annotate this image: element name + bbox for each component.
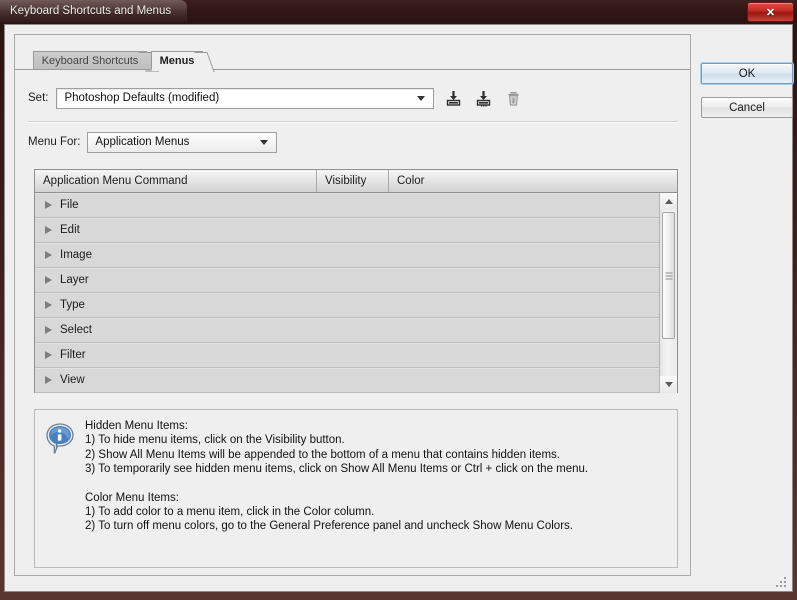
info-color-line: 1) To add color to a menu item, click in… [85,505,375,518]
table-row-label: File [60,199,79,211]
chevron-down-icon [260,140,269,145]
tab-active-cover [152,69,210,71]
table-row[interactable]: File [35,193,659,218]
cancel-button-label: Cancel [729,101,765,114]
set-label: Set: [28,92,49,104]
window-titlebar: Keyboard Shortcuts and Menus ✕ [0,0,797,22]
info-color-heading: Color Menu Items: [85,491,179,504]
table-row-label: Filter [60,349,86,361]
save-set-as-icon[interactable] [472,87,494,109]
menu-for-row: Menu For: Application Menus [28,129,278,155]
tab-menus[interactable]: Menus [151,51,215,72]
tab-keyboard-shortcuts[interactable]: Keyboard Shortcuts [33,51,159,72]
table-row-label: Select [60,324,92,336]
column-header-color: Color [397,175,425,187]
table-row-label: Image [60,249,92,261]
disclosure-triangle-icon[interactable] [45,226,52,234]
menu-for-dropdown-value: Application Menus [95,136,190,148]
table-row-label: Layer [60,274,89,286]
settings-panel: Keyboard Shortcuts Menus Set: Photoshop … [14,34,691,576]
window-title: Keyboard Shortcuts and Menus [10,5,172,17]
info-hidden-line: 3) To temporarily see hidden menu items,… [85,463,589,475]
set-dropdown-value: Photoshop Defaults (modified) [64,92,220,104]
disclosure-triangle-icon[interactable] [45,301,52,309]
table-row[interactable]: Filter [35,343,659,368]
menu-for-label: Menu For: [28,136,81,148]
triangle-up-glyph [664,199,673,204]
table-row[interactable]: View [35,368,659,393]
tab-menus-label: Menus [159,54,195,67]
info-color-line: 2) To turn off menu colors, go to the Ge… [85,520,573,532]
set-dropdown[interactable]: Photoshop Defaults (modified) [56,87,435,109]
disclosure-triangle-icon[interactable] [45,351,52,359]
tab-keyboard-shortcuts-label: Keyboard Shortcuts [41,55,139,67]
info-hidden-heading: Hidden Menu Items: [85,420,188,432]
section-divider [28,121,678,123]
disclosure-triangle-icon[interactable] [45,201,52,209]
table-row[interactable]: Select [35,318,659,343]
ok-button[interactable]: OK [701,63,793,84]
table-header-row: Application Menu Command Visibility Colo… [35,170,677,193]
column-header-visibility: Visibility [317,170,389,192]
scrollbar-thumb[interactable] [662,212,675,339]
save-set-icon[interactable] [442,87,464,109]
disclosure-triangle-icon[interactable] [45,376,52,384]
menu-for-dropdown[interactable]: Application Menus [87,131,278,153]
info-icon [35,410,85,567]
tab-underline [15,69,690,70]
scroll-down-icon[interactable] [660,376,677,393]
close-icon[interactable]: ✕ [747,2,794,22]
triangle-down-glyph [664,382,673,387]
set-row: Set: Photoshop Defaults (modified) [28,85,678,111]
disclosure-triangle-icon[interactable] [45,276,52,284]
info-text-block: Hidden Menu Items: 1) To hide menu items… [85,410,598,567]
window-title-tab: Keyboard Shortcuts and Menus [0,0,188,22]
tab-strip: Keyboard Shortcuts Menus [15,51,690,72]
disclosure-triangle-icon[interactable] [45,326,52,334]
chevron-down-icon [417,96,426,101]
table-row-label: Edit [60,224,80,236]
info-hidden-line: 1) To hide menu items, click on the Visi… [85,434,345,446]
close-glyph: ✕ [765,6,776,19]
cancel-button[interactable]: Cancel [701,97,793,118]
dialog-window: Keyboard Shortcuts Menus Set: Photoshop … [4,24,793,592]
table-row[interactable]: Type [35,293,659,318]
info-panel: Hidden Menu Items: 1) To hide menu items… [34,409,678,568]
table-body: File Edit Image Layer Type Select Filter… [35,193,677,393]
info-hidden-line: 2) Show All Menu Items will be appended … [85,448,560,461]
delete-set-icon[interactable] [502,87,524,109]
table-row[interactable]: Image [35,243,659,268]
table-row-label: Type [60,299,85,311]
disclosure-triangle-icon[interactable] [45,251,52,259]
table-row-label: View [60,374,85,386]
ok-button-label: OK [738,67,756,80]
column-header-command: Application Menu Command [35,170,317,192]
scroll-up-icon[interactable] [660,193,677,210]
table-row[interactable]: Edit [35,218,659,243]
scrollbar-grip-icon [665,272,672,279]
table-row[interactable]: Layer [35,268,659,293]
menu-command-table: Application Menu Command Visibility Colo… [34,169,678,393]
table-rows: File Edit Image Layer Type Select Filter… [35,193,659,393]
resize-grip[interactable] [774,575,786,587]
vertical-scrollbar[interactable] [659,193,677,393]
